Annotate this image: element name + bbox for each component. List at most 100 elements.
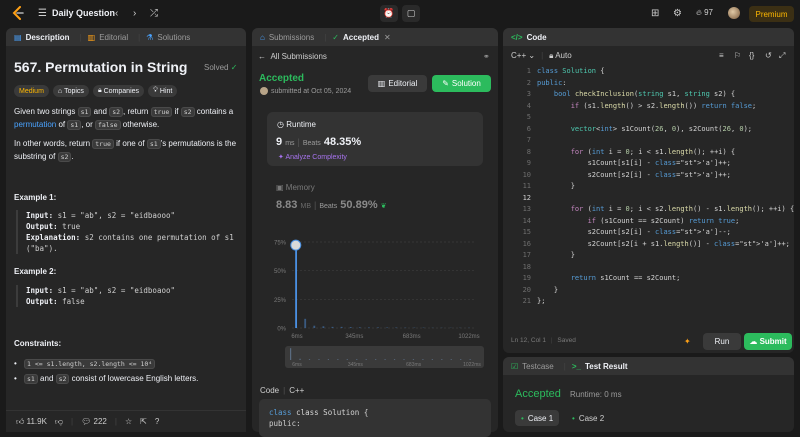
format-icon[interactable]: ≡ bbox=[719, 51, 724, 60]
your-submission-marker[interactable] bbox=[290, 239, 302, 251]
reset-icon[interactable]: ↺ bbox=[765, 51, 772, 60]
companies-tag[interactable]: 🔒︎ Companies bbox=[92, 85, 145, 97]
run-button[interactable]: Run bbox=[703, 333, 741, 350]
user-avatar[interactable] bbox=[728, 7, 740, 19]
code-line[interactable]: s2Count[s2[i] - class="st">'a']--; bbox=[537, 228, 731, 236]
braces-icon[interactable]: {} bbox=[749, 51, 754, 60]
next-problem-icon[interactable]: › bbox=[133, 8, 136, 19]
line-number: 2 bbox=[526, 78, 531, 87]
tab-solutions[interactable]: ⚗ Solutions bbox=[146, 33, 190, 42]
settings-gear-icon[interactable]: ⚙ bbox=[673, 8, 682, 19]
chart-bar[interactable] bbox=[313, 325, 316, 328]
line-number: 9 bbox=[526, 159, 531, 167]
example-1-box: Input: s1 = "ab", s2 = "eidbaooo" Output… bbox=[16, 210, 238, 254]
tab-test-result[interactable]: >_ Test Result bbox=[572, 362, 628, 371]
tab-editorial[interactable]: ▥ Editorial bbox=[88, 33, 128, 42]
code-line[interactable]: } bbox=[537, 286, 558, 294]
dislike-icon[interactable]: 👎︎ bbox=[55, 417, 63, 427]
submission-code-preview: class class Solution { public: bbox=[259, 399, 491, 437]
chart-bar[interactable] bbox=[377, 327, 379, 328]
analyze-complexity-link[interactable]: ✦ Analyze Complexity bbox=[278, 153, 347, 161]
line-number: 5 bbox=[526, 113, 531, 121]
problem-list-title[interactable]: Daily Question bbox=[52, 8, 115, 18]
document-icon: ▤ bbox=[14, 32, 22, 42]
code-line[interactable]: } bbox=[537, 182, 575, 190]
memory-label[interactable]: ▣ Memory bbox=[276, 183, 315, 192]
case-2-tab[interactable]: • Case 2 bbox=[566, 410, 610, 426]
chart-bar[interactable] bbox=[331, 326, 334, 328]
tab-submissions[interactable]: ⌂ Submissions bbox=[260, 33, 314, 42]
permutation-link[interactable]: permutation bbox=[14, 120, 56, 129]
code-line[interactable]: bool checkInclusion(string s1, string s2… bbox=[537, 90, 735, 98]
code-line[interactable]: return s1Count == s2Count; bbox=[537, 274, 681, 282]
comment-icon: 💬︎ bbox=[81, 417, 92, 426]
close-tab-icon[interactable]: ✕ bbox=[384, 33, 391, 42]
minimap-bar bbox=[469, 359, 471, 360]
code-line[interactable]: for (int i = 0; i < s2.length() - s1.len… bbox=[537, 205, 794, 213]
case-1-tab[interactable]: • Case 1 bbox=[515, 410, 560, 426]
code-line[interactable]: s1Count[s1[i] - class="st">'a']++; bbox=[537, 159, 731, 167]
constraint-item: 1 <= s1.length, s2.length <= 10⁴ bbox=[14, 359, 240, 369]
submission-code-label: Code | C++ bbox=[260, 386, 305, 395]
chart-bar[interactable] bbox=[340, 326, 343, 328]
tab-testcase[interactable]: ☑ Testcase bbox=[511, 362, 554, 371]
shuffle-icon[interactable]: ⤮ bbox=[150, 8, 158, 19]
runtime-distribution-chart[interactable]: 75% 50% 25% 0% 6ms 345ms 683ms 1022ms bbox=[262, 230, 484, 340]
code-line[interactable]: public: bbox=[537, 79, 567, 87]
expand-icon[interactable]: ⤢ bbox=[779, 51, 785, 61]
code-line[interactable]: s2Count[s2[i + s1.length()] - class="st"… bbox=[537, 240, 790, 248]
clock-icon: ◷ bbox=[277, 120, 284, 129]
chart-bar[interactable] bbox=[349, 327, 352, 328]
tab-code[interactable]: </> Code bbox=[511, 33, 547, 42]
like-button[interactable]: 👍︎ 11.9K bbox=[16, 417, 47, 427]
chevron-down-icon: ⌄ bbox=[528, 51, 536, 60]
solution-button[interactable]: ✎ Solution bbox=[432, 75, 491, 92]
star-icon[interactable]: ☆ bbox=[125, 417, 132, 426]
minimap-bar bbox=[412, 359, 415, 360]
comments-button[interactable]: 💬︎ 222 bbox=[81, 417, 107, 426]
editorial-button[interactable]: ▥ Editorial bbox=[368, 75, 427, 92]
hint-tag[interactable]: 💡︎ Hint bbox=[148, 85, 178, 97]
submit-button[interactable]: ☁︎ Submit bbox=[744, 333, 792, 350]
chart-bar[interactable] bbox=[358, 327, 361, 328]
notes-button[interactable]: ▢ bbox=[402, 5, 420, 22]
chart-bar[interactable] bbox=[322, 326, 325, 328]
tab-description[interactable]: ▤ Description bbox=[14, 33, 70, 42]
code-line[interactable]: if (s1Count == s2Count) return true; bbox=[537, 217, 740, 225]
link-icon[interactable]: ⚭ bbox=[483, 52, 490, 61]
minimap-bar bbox=[346, 359, 348, 360]
topics-tag[interactable]: ⌂ Topics bbox=[52, 85, 89, 97]
line-number: 19 bbox=[522, 274, 531, 282]
chart-bar[interactable] bbox=[367, 327, 370, 328]
code-line[interactable]: for (int i = 0; i < s1.length(); ++i) { bbox=[537, 148, 735, 156]
chart-range-selector[interactable]: 6ms 345ms 683ms 1022ms bbox=[285, 346, 484, 368]
layout-grid-icon[interactable]: ⊞ bbox=[651, 8, 659, 19]
premium-button[interactable]: Premium bbox=[749, 6, 794, 22]
code-line[interactable]: class Solution { bbox=[537, 67, 604, 75]
autosave-indicator[interactable]: 🔒︎ Auto bbox=[549, 51, 572, 61]
timer-button[interactable]: ⏰ bbox=[380, 5, 398, 22]
all-submissions-link[interactable]: ← All Submissions bbox=[258, 52, 327, 61]
debug-icon[interactable]: ✦ bbox=[684, 337, 691, 346]
minimap-svg: 6ms 345ms 683ms 1022ms bbox=[290, 348, 481, 368]
language-select[interactable]: C++ ⌄ bbox=[511, 51, 535, 60]
prev-problem-icon[interactable]: ‹ bbox=[115, 8, 118, 19]
tab-accepted[interactable]: ✓ Accepted ✕ bbox=[332, 33, 390, 42]
code-line[interactable]: if (s1.length() > s2.length()) return fa… bbox=[537, 102, 757, 110]
share-icon[interactable]: ⇱ bbox=[140, 417, 147, 426]
streak-counter[interactable]: 🔥︎ 97 bbox=[696, 8, 713, 18]
chart-bar[interactable] bbox=[304, 318, 307, 328]
runtime-card[interactable]: ◷ Runtime 9 ms | Beats 48.35% ✦ Analyze Co… bbox=[267, 112, 483, 166]
description-paragraph-2: In other words, return true if one of s1… bbox=[14, 139, 237, 162]
code-editor[interactable]: 1 class Solution {2 public: 3 bool checkInc… bbox=[503, 67, 795, 327]
book-icon: ▥ bbox=[377, 79, 386, 88]
code-line[interactable]: }; bbox=[537, 297, 545, 305]
code-line[interactable]: vector<int> s1Count(26, 0), s2Count(26, … bbox=[537, 125, 752, 133]
bookmark-icon[interactable]: ⚐ bbox=[734, 51, 741, 60]
help-icon[interactable]: ? bbox=[155, 417, 159, 426]
code-line[interactable]: } bbox=[537, 251, 575, 259]
leetcode-logo[interactable] bbox=[11, 6, 25, 21]
code-line[interactable]: s2Count[s2[i] - class="st">'a']++; bbox=[537, 171, 731, 179]
problem-list-icon[interactable]: ☰ bbox=[38, 8, 47, 19]
chart-bar[interactable] bbox=[295, 243, 298, 328]
